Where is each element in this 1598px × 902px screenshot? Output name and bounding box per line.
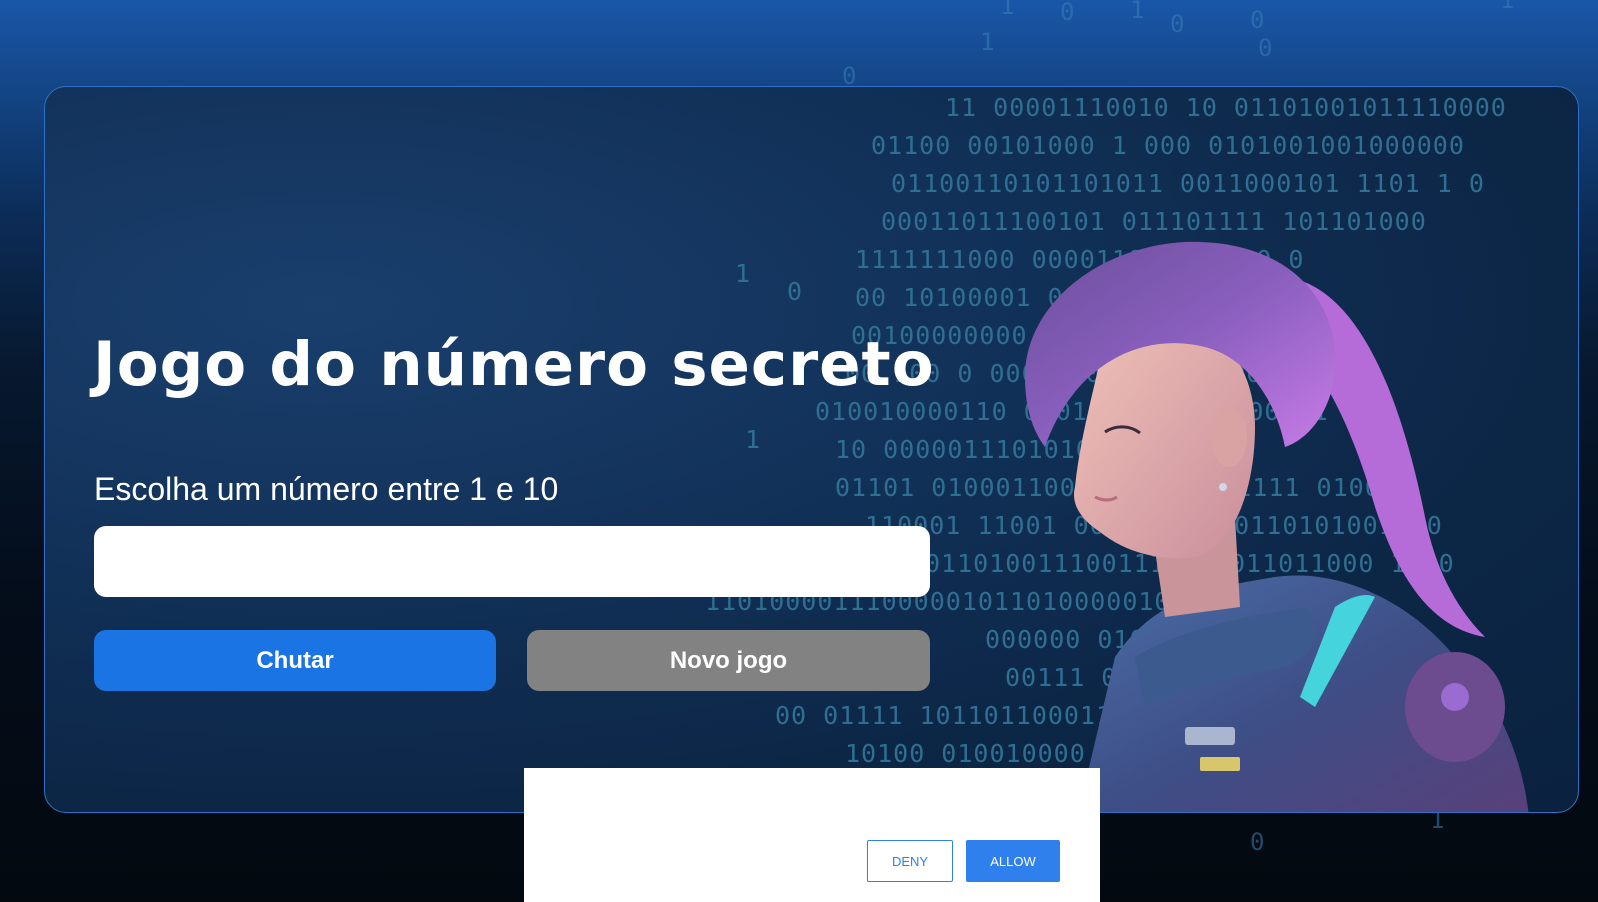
binary-digits: 1 [1000, 0, 1015, 20]
chest-badge-2 [1200, 757, 1240, 771]
binary-digits: 1 [980, 28, 995, 56]
binary-digit: 0 [787, 277, 804, 306]
ear [1211, 407, 1247, 467]
guess-button[interactable]: Chutar [94, 630, 496, 691]
binary-digits: 1 [1500, 0, 1515, 14]
binary-digits: 0 [1250, 6, 1265, 34]
binary-digits: 0 [1170, 10, 1185, 38]
shoulder-light [1441, 683, 1469, 711]
binary-digit: 1 [745, 425, 762, 454]
game-prompt: Escolha um número entre 1 e 10 [94, 471, 559, 507]
chest-badge [1185, 727, 1235, 745]
guess-input[interactable] [94, 526, 930, 597]
binary-digits: 0 [1250, 828, 1265, 856]
character-illustration [1025, 241, 1529, 812]
earring [1219, 483, 1227, 491]
binary-code-row: 01100 00101000 1 000 0101001001000000 [871, 131, 1465, 160]
binary-digits: 1 [1130, 0, 1145, 24]
game-title: Jogo do número secreto [93, 329, 935, 400]
deny-button[interactable]: DENY [867, 840, 953, 882]
binary-code-row: 11 00001110010 10 01101001011110000 [945, 93, 1507, 122]
binary-digits: 0 [1060, 0, 1075, 26]
permission-dialog: DENY ALLOW [524, 768, 1100, 902]
game-card: 11 00001110010 10 01101001011110000 0110… [44, 86, 1579, 813]
allow-button[interactable]: ALLOW [966, 840, 1060, 882]
binary-digits: 0 [1258, 34, 1273, 62]
binary-digit: 1 [735, 259, 752, 288]
new-game-button[interactable]: Novo jogo [527, 630, 930, 691]
